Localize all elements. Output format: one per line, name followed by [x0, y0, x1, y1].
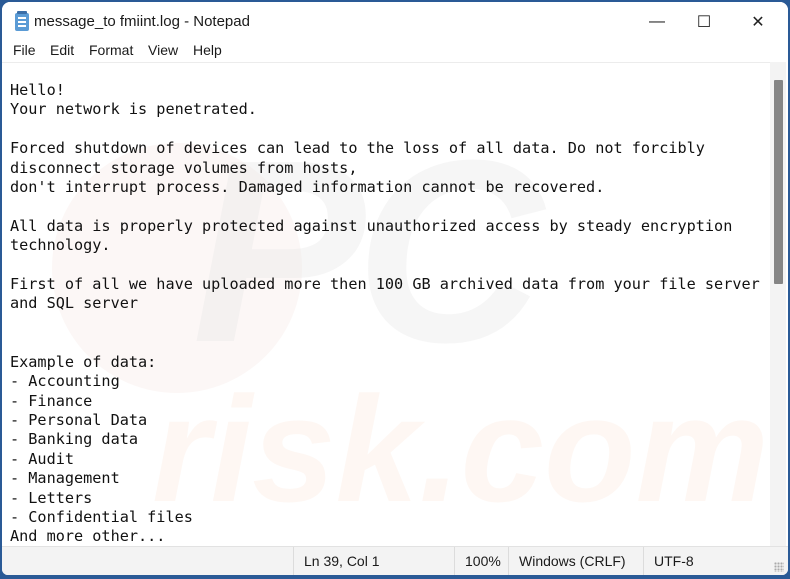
menu-format[interactable]: Format — [89, 42, 133, 58]
status-bar: Ln 39, Col 1 100% Windows (CRLF) UTF-8 — [2, 546, 788, 575]
close-button[interactable]: ✕ — [733, 2, 783, 42]
menu-edit[interactable]: Edit — [50, 42, 74, 58]
maximize-button[interactable]: ☐ — [679, 2, 729, 42]
vertical-scrollbar[interactable] — [770, 62, 786, 547]
zoom-level: 100% — [454, 547, 508, 575]
document-text[interactable]: Hello! Your network is penetrated. Force… — [10, 81, 760, 547]
minimize-icon: — — [649, 13, 665, 30]
notepad-icon — [15, 11, 29, 31]
line-ending: Windows (CRLF) — [508, 547, 643, 575]
menu-view[interactable]: View — [148, 42, 178, 58]
minimize-button[interactable]: — — [632, 2, 682, 42]
menu-file[interactable]: File — [13, 42, 36, 58]
resize-grip-icon[interactable] — [774, 562, 784, 572]
title-bar[interactable]: message_to fmiint.log - Notepad — ☐ ✕ — [2, 2, 788, 42]
scrollbar-thumb[interactable] — [774, 80, 783, 284]
text-editor[interactable]: PC risk.com Hello! Your network is penet… — [2, 62, 770, 547]
encoding: UTF-8 — [643, 547, 788, 575]
menu-help[interactable]: Help — [193, 42, 222, 58]
maximize-icon: ☐ — [696, 14, 712, 31]
menu-bar: File Edit Format View Help — [2, 38, 788, 62]
close-icon: ✕ — [751, 14, 765, 31]
notepad-window: message_to fmiint.log - Notepad — ☐ ✕ Fi… — [2, 2, 788, 575]
window-title: message_to fmiint.log - Notepad — [34, 13, 250, 30]
cursor-position: Ln 39, Col 1 — [293, 547, 454, 575]
